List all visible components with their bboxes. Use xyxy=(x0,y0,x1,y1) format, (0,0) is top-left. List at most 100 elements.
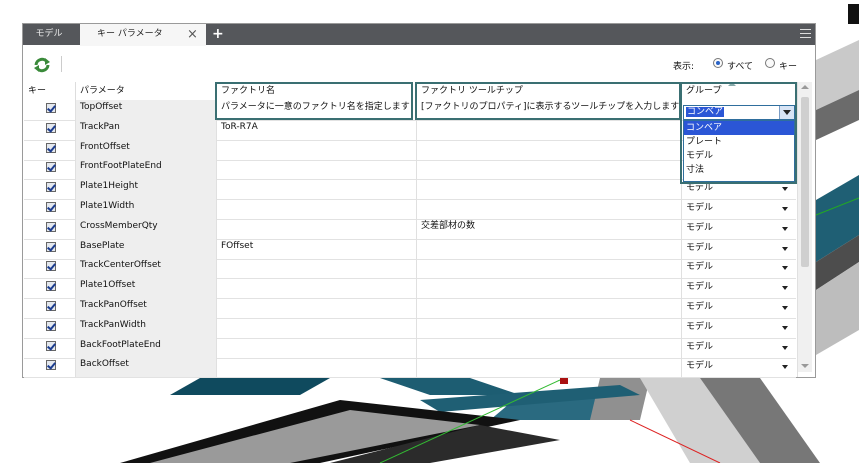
group-cell: モデル xyxy=(682,298,798,318)
factory-name-cell[interactable]: FOffset xyxy=(217,238,417,259)
group-select[interactable]: モデル xyxy=(684,261,792,276)
group-select[interactable]: モデル xyxy=(684,182,792,197)
factory-tooltip-cell[interactable] xyxy=(417,317,682,338)
factory-tooltip-cell[interactable] xyxy=(417,238,682,259)
factory-name-cell[interactable] xyxy=(217,258,417,279)
dropdown-option[interactable]: 寸法 xyxy=(684,163,794,177)
key-checkbox[interactable] xyxy=(46,221,56,232)
group-select[interactable]: モデル xyxy=(684,340,792,355)
dropdown-option[interactable]: モデル xyxy=(684,149,794,163)
factory-tooltip-cell[interactable] xyxy=(417,139,682,160)
key-checkbox[interactable] xyxy=(46,360,56,371)
column-header-factory-tooltip[interactable]: ファクトリ ツールチップ xyxy=(417,82,682,100)
key-checkbox[interactable] xyxy=(46,320,56,331)
factory-tooltip-cell[interactable] xyxy=(417,337,682,358)
key-checkbox[interactable] xyxy=(46,241,56,252)
radio-show-key[interactable] xyxy=(765,58,775,68)
key-checkbox[interactable] xyxy=(46,122,56,133)
tab-model[interactable]: モデル xyxy=(23,24,75,45)
chevron-down-icon xyxy=(782,266,788,271)
scroll-up-icon[interactable] xyxy=(801,85,809,89)
table-row[interactable]: BackOffset モデル xyxy=(24,357,798,379)
column-header-group[interactable]: グループ xyxy=(682,82,798,100)
table-row[interactable]: FrontOffset xyxy=(24,139,798,161)
add-tab-icon[interactable]: + xyxy=(212,24,224,44)
factory-tooltip-cell[interactable]: [ファクトリのプロパティ]に表示するツールチップを入力します xyxy=(417,100,682,120)
factory-tooltip-cell[interactable]: 交差部材の数 xyxy=(417,218,682,239)
key-checkbox[interactable] xyxy=(46,142,56,153)
dropdown-option[interactable]: コンベア xyxy=(684,121,794,135)
factory-tooltip-cell[interactable] xyxy=(417,119,682,140)
group-cell: モデル xyxy=(682,337,798,358)
dropdown-option[interactable]: プレート xyxy=(684,135,794,149)
table-row[interactable]: Plate1Offset モデル xyxy=(24,278,798,300)
factory-name-cell[interactable]: ToR-R7A xyxy=(217,119,417,140)
group-select-value: モデル xyxy=(686,341,714,352)
factory-name-cell[interactable] xyxy=(217,159,417,180)
key-checkbox[interactable] xyxy=(46,281,56,292)
table-row[interactable]: TrackPanWidth モデル xyxy=(24,317,798,339)
table-row[interactable]: CrossMemberQty 交差部材の数 モデル xyxy=(24,218,798,240)
group-select[interactable]: モデル xyxy=(684,221,792,236)
group-dropdown[interactable]: コンベア xyxy=(683,105,795,120)
column-header-factory-name[interactable]: ファクトリ名 xyxy=(217,82,417,100)
param-cell: BackOffset xyxy=(76,357,217,378)
factory-tooltip-cell[interactable] xyxy=(417,298,682,318)
factory-name-cell[interactable] xyxy=(217,278,417,299)
hamburger-menu-icon[interactable] xyxy=(800,29,811,41)
factory-name-cell[interactable] xyxy=(217,298,417,318)
key-checkbox[interactable] xyxy=(46,340,56,351)
table-row[interactable]: BackFootPlateEnd モデル xyxy=(24,337,798,359)
key-cell xyxy=(24,357,76,378)
group-dropdown-list: コンベア プレート モデル 寸法 xyxy=(683,120,795,182)
dropdown-arrow-icon[interactable] xyxy=(779,106,794,119)
key-checkbox[interactable] xyxy=(46,182,56,193)
factory-tooltip-cell[interactable] xyxy=(417,159,682,180)
key-cell xyxy=(24,199,76,219)
key-checkbox[interactable] xyxy=(46,301,56,311)
group-select[interactable]: モデル xyxy=(684,301,792,315)
group-select[interactable]: モデル xyxy=(684,202,792,216)
group-select[interactable]: モデル xyxy=(684,281,792,296)
factory-tooltip-cell[interactable] xyxy=(417,179,682,200)
table-row[interactable]: TopOffset パラメータに一意のファクトリ名を指定します [ファクトリのプロパ… xyxy=(24,100,798,121)
table-row[interactable]: FrontFootPlateEnd xyxy=(24,159,798,181)
vertical-scrollbar[interactable] xyxy=(798,82,812,372)
key-checkbox[interactable] xyxy=(46,202,56,212)
key-parameters-panel: モデル キー パラメータ × + 表示: すべて キー キー パラメータ ファク… xyxy=(22,23,816,379)
table-row[interactable]: Plate1Height モデル xyxy=(24,179,798,201)
group-select[interactable]: モデル xyxy=(684,360,792,375)
factory-name-cell[interactable]: パラメータに一意のファクトリ名を指定します xyxy=(217,100,417,120)
scroll-thumb[interactable] xyxy=(801,97,809,267)
factory-name-cell[interactable] xyxy=(217,139,417,160)
refresh-icon[interactable] xyxy=(33,57,51,73)
factory-name-cell[interactable] xyxy=(217,357,417,378)
group-select[interactable]: モデル xyxy=(684,320,792,335)
factory-name-cell[interactable] xyxy=(217,199,417,219)
factory-name-cell[interactable] xyxy=(217,317,417,338)
close-icon[interactable]: × xyxy=(187,24,198,46)
factory-tooltip-cell[interactable] xyxy=(417,278,682,299)
key-checkbox[interactable] xyxy=(46,103,56,113)
factory-tooltip-cell[interactable] xyxy=(417,199,682,219)
table-row[interactable]: TrackPan ToR-R7A xyxy=(24,119,798,141)
factory-tooltip-cell[interactable] xyxy=(417,357,682,378)
radio-show-all-label: すべて xyxy=(727,62,754,72)
tab-bar: モデル キー パラメータ × + xyxy=(23,24,815,46)
column-header-param[interactable]: パラメータ xyxy=(76,82,217,100)
table-row[interactable]: TrackCenterOffset モデル xyxy=(24,258,798,280)
scroll-down-icon[interactable] xyxy=(801,364,809,368)
radio-show-all[interactable] xyxy=(713,58,723,68)
group-select[interactable]: モデル xyxy=(684,241,792,256)
key-checkbox[interactable] xyxy=(46,261,56,272)
column-header-key[interactable]: キー xyxy=(24,82,76,100)
factory-name-cell[interactable] xyxy=(217,337,417,358)
key-checkbox[interactable] xyxy=(46,162,56,173)
chevron-down-icon xyxy=(782,246,788,251)
factory-name-cell[interactable] xyxy=(217,179,417,200)
table-row[interactable]: TrackPanOffset モデル xyxy=(24,298,798,319)
table-row[interactable]: Plate1Width モデル xyxy=(24,199,798,220)
table-row[interactable]: BasePlate FOffset モデル xyxy=(24,238,798,260)
factory-tooltip-cell[interactable] xyxy=(417,258,682,279)
factory-name-cell[interactable] xyxy=(217,218,417,239)
